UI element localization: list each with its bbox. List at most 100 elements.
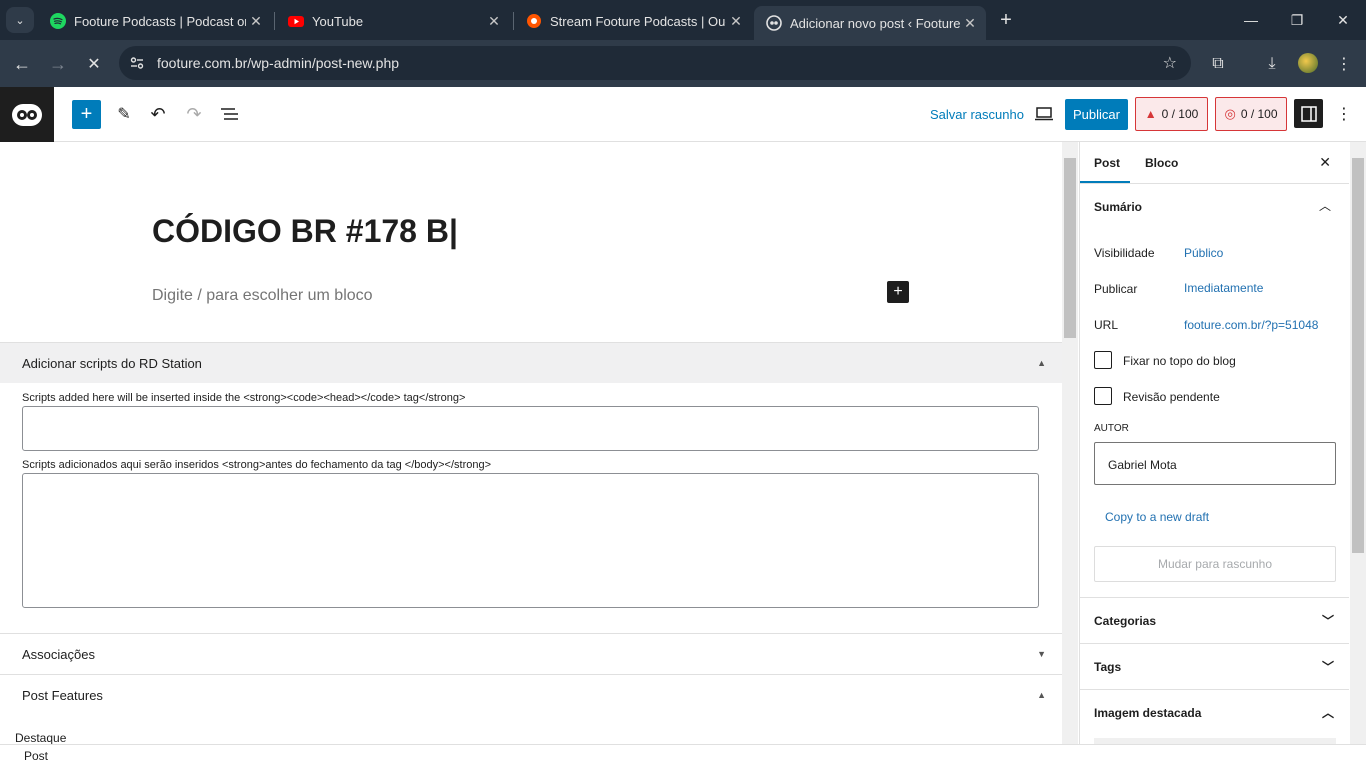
summary-header[interactable]: Sumário xyxy=(1094,200,1142,214)
close-icon[interactable]: ✕ xyxy=(726,13,746,30)
sidebar-scrollbar-thumb[interactable] xyxy=(1352,158,1364,553)
associations-panel-header[interactable]: Associações ▼ xyxy=(0,633,1062,674)
chevron-down-icon: ﹀ xyxy=(1321,614,1334,628)
tags-title: Tags xyxy=(1094,659,1122,674)
collapse-icon[interactable]: ▲ xyxy=(1037,358,1046,368)
seo-score-icon: ▲ xyxy=(1144,107,1157,121)
switch-to-draft-button[interactable]: Mudar para rascunho xyxy=(1094,546,1336,582)
site-settings-icon[interactable] xyxy=(129,55,145,71)
omnibox[interactable]: footure.com.br/wp-admin/post-new.php ☆ xyxy=(119,46,1191,80)
stop-loading-icon[interactable]: ✕ xyxy=(82,52,106,76)
post-features-panel-header[interactable]: Post Features ▲ xyxy=(0,674,1062,715)
copy-draft-link[interactable]: Copy to a new draft xyxy=(1105,510,1209,524)
new-tab-button[interactable]: + xyxy=(994,8,1018,32)
footure-icon xyxy=(766,15,782,31)
breadcrumb[interactable]: Post xyxy=(24,749,48,763)
associations-panel-title: Associações xyxy=(22,646,95,662)
visibility-label: Visibilidade xyxy=(1094,246,1155,260)
author-value: Gabriel Mota xyxy=(1108,458,1177,472)
tab-title: Adicionar novo post ‹ Footure - xyxy=(790,15,960,31)
collapse-icon[interactable]: ▲ xyxy=(1037,690,1046,700)
post-features-panel-title: Post Features xyxy=(22,687,103,703)
add-block-button[interactable]: + xyxy=(72,100,101,129)
close-icon[interactable]: ✕ xyxy=(960,15,980,32)
publish-date-value[interactable]: Imediatamente xyxy=(1184,281,1263,295)
sidebar-tab-post[interactable]: Post xyxy=(1094,156,1120,170)
site-logo[interactable] xyxy=(0,87,54,142)
browser-tab-strip: ⌄ Footure Podcasts | Podcast on S ✕ YouT… xyxy=(0,0,1366,40)
tab-separator xyxy=(274,12,275,30)
redo-icon[interactable]: ↷ xyxy=(182,102,206,126)
readability-score-button[interactable]: ◎ 0 / 100 xyxy=(1215,97,1287,131)
options-menu-icon[interactable]: ⋮ xyxy=(1334,102,1354,126)
download-icon[interactable]: ⤓ xyxy=(1260,52,1284,76)
pending-review-label: Revisão pendente xyxy=(1123,390,1220,404)
publish-button[interactable]: Publicar xyxy=(1065,99,1128,130)
url-text: footure.com.br/wp-admin/post-new.php xyxy=(157,55,400,71)
settings-sidebar-toggle[interactable] xyxy=(1294,99,1323,128)
editor-footer: Post xyxy=(0,744,1366,768)
soundcloud-icon xyxy=(527,14,541,28)
settings-sidebar: Post Bloco ✕ Sumário ︿ Visibilidade Públ… xyxy=(1079,142,1349,744)
seo-score-button[interactable]: ▲ 0 / 100 xyxy=(1135,97,1208,131)
close-icon[interactable]: ✕ xyxy=(484,13,504,30)
minimize-icon[interactable]: — xyxy=(1228,0,1274,40)
browser-menu-icon[interactable]: ⋮ xyxy=(1332,52,1356,76)
profile-avatar[interactable] xyxy=(1298,53,1318,73)
window-close-icon[interactable]: ✕ xyxy=(1320,0,1366,40)
readability-score-icon: ◎ xyxy=(1224,106,1236,121)
categories-section[interactable]: Categorias ﹀ xyxy=(1080,597,1349,643)
body-scripts-label: Scripts adicionados aqui serão inseridos… xyxy=(22,459,492,471)
block-placeholder[interactable]: Digite / para escolher um bloco xyxy=(152,287,373,305)
tab-title: Stream Footure Podcasts | Ouça xyxy=(550,13,726,29)
tab-youtube[interactable]: YouTube ✕ xyxy=(276,6,510,36)
seo-score-value: 0 / 100 xyxy=(1161,107,1199,121)
url-value[interactable]: footure.com.br/?p=51048 xyxy=(1184,318,1318,332)
author-label: AUTOR xyxy=(1094,423,1129,434)
tags-section[interactable]: Tags ﹀ xyxy=(1080,643,1349,689)
footure-logo-icon xyxy=(12,103,42,126)
close-sidebar-icon[interactable]: ✕ xyxy=(1319,154,1331,171)
destaque-label: Destaque xyxy=(15,731,67,745)
tab-spotify[interactable]: Footure Podcasts | Podcast on S ✕ xyxy=(38,6,272,36)
sidebar-tab-block[interactable]: Bloco xyxy=(1145,156,1178,170)
pending-review-checkbox[interactable] xyxy=(1094,387,1112,405)
extensions-icon[interactable]: ⧉ xyxy=(1206,52,1230,76)
rd-station-panel-header[interactable]: Adicionar scripts do RD Station ▲ xyxy=(0,342,1062,383)
sticky-label: Fixar no topo do blog xyxy=(1123,354,1236,368)
restore-icon[interactable]: ❐ xyxy=(1274,0,1320,40)
tab-soundcloud[interactable]: Stream Footure Podcasts | Ouça ✕ xyxy=(514,6,752,36)
author-select[interactable]: Gabriel Mota xyxy=(1094,442,1336,485)
youtube-icon xyxy=(288,16,304,27)
tab-wordpress-active[interactable]: Adicionar novo post ‹ Footure - ✕ xyxy=(754,6,986,40)
chevron-up-icon: ︿ xyxy=(1321,706,1334,720)
head-scripts-textarea[interactable] xyxy=(22,406,1039,451)
inline-add-block-button[interactable]: + xyxy=(887,281,909,303)
sticky-checkbox[interactable] xyxy=(1094,351,1112,369)
summary-title: Sumário xyxy=(1094,200,1143,214)
save-draft-button[interactable]: Salvar rascunho xyxy=(930,107,1024,122)
edit-tools-icon[interactable]: ✎ xyxy=(112,102,136,126)
rd-station-panel-title: Adicionar scripts do RD Station xyxy=(22,355,202,371)
close-icon[interactable]: ✕ xyxy=(246,13,266,30)
undo-icon[interactable]: ↶ xyxy=(146,102,170,126)
tab-title: Footure Podcasts | Podcast on S xyxy=(74,13,246,29)
chevron-down-icon: ﹀ xyxy=(1321,660,1334,674)
featured-image-section[interactable]: Imagem destacada ︿ xyxy=(1080,689,1349,735)
readability-score-value: 0 / 100 xyxy=(1240,107,1278,121)
back-icon[interactable]: ← xyxy=(10,52,34,76)
sidebar-icon xyxy=(1300,105,1317,122)
chevron-up-icon[interactable]: ︿ xyxy=(1319,197,1331,214)
forward-icon[interactable]: → xyxy=(46,52,70,76)
visibility-value[interactable]: Público xyxy=(1184,246,1223,260)
body-scripts-textarea[interactable] xyxy=(22,473,1039,608)
url-label: URL xyxy=(1094,318,1119,332)
spotify-icon xyxy=(50,13,66,29)
tab-search-button[interactable]: ⌄ xyxy=(6,7,34,33)
post-title[interactable]: CÓDIGO BR #178 B| xyxy=(152,213,458,250)
bookmark-star-icon[interactable]: ☆ xyxy=(1163,53,1177,73)
document-overview-icon[interactable] xyxy=(218,102,242,126)
preview-icon[interactable] xyxy=(1032,102,1056,126)
expand-icon[interactable]: ▼ xyxy=(1037,649,1046,659)
editor-scrollbar-thumb[interactable] xyxy=(1064,158,1076,338)
